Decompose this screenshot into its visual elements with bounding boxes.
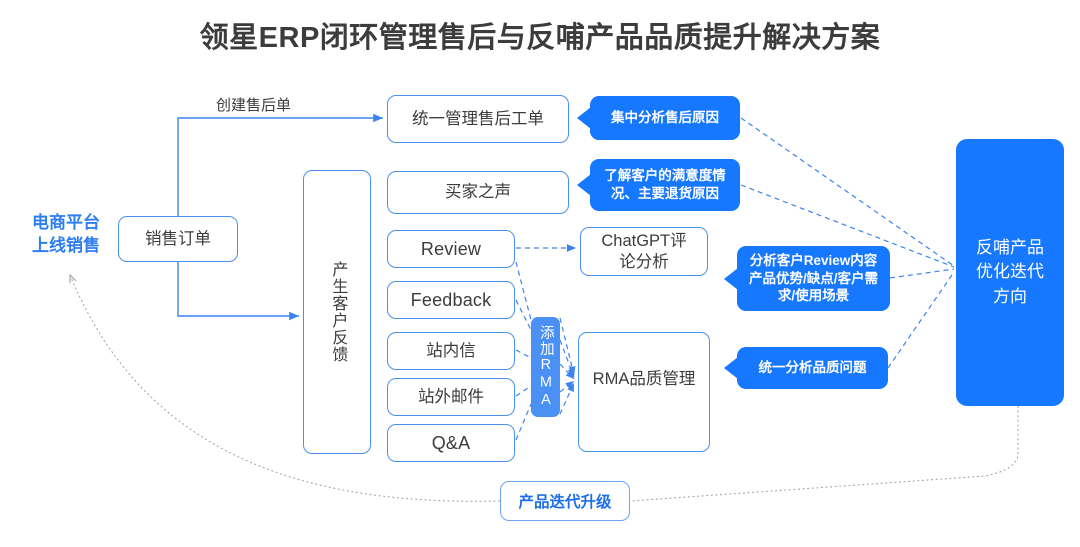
callout-review-line3: 求/使用场景 [777, 288, 850, 304]
callout-satisfaction-line2: 况、主要退货原因 [611, 186, 719, 201]
connector-layer [0, 113, 1019, 502]
callout-satisfaction-return-reason: 了解客户的满意度情 况、主要退货原因 [590, 159, 740, 211]
panel-product-optimization-direction[interactable]: 反哺产品 优化迭代 方向 [956, 139, 1064, 406]
node-channel-external-mail[interactable]: 站外邮件 [387, 378, 515, 416]
edges-callouts-to-panel [740, 117, 955, 369]
callout-review-content-analysis: 分析客户Review内容 产品优势/缺点/客户需 求/使用场景 [737, 246, 890, 311]
node-unified-after-sales-ticket[interactable]: 统一管理售后工单 [387, 95, 569, 143]
edge-order-to-feedback [177, 262, 299, 321]
callout-satisfaction-line1: 了解客户的满意度情 [604, 168, 726, 184]
ecommerce-platform-line2: 上线销售 [32, 235, 100, 255]
node-sales-order[interactable]: 销售订单 [118, 216, 238, 262]
ecommerce-platform-label: 电商平台 上线销售 [16, 212, 116, 258]
panel-line2: 优化迭代 [976, 262, 1044, 282]
node-generate-customer-feedback[interactable]: 产生客户反馈 [303, 170, 371, 454]
node-generate-customer-feedback-label: 产生客户反馈 [329, 261, 347, 363]
callout-quality-line1: 统一分析品质问题 [758, 360, 867, 376]
diagram-canvas: 领星ERP闭环管理售后与反哺产品品质提升解决方案 电商平台 上线销售 销售订单 … [0, 0, 1080, 547]
node-add-rma[interactable]: 添加RMA [531, 317, 560, 417]
node-channel-qa[interactable]: Q&A [387, 424, 515, 462]
edges-channels-to-rma [515, 261, 532, 441]
callout-after-sales-reason-line1: 集中分析售后原因 [611, 110, 719, 126]
edge-label-create-after-sales-ticket: 创建售后单 [216, 97, 292, 114]
node-rma-quality-management[interactable]: RMA品质管理 [578, 332, 710, 452]
node-chatgpt-review-analysis[interactable]: ChatGPT评 论分析 [580, 227, 708, 276]
ecommerce-platform-line1: 电商平台 [32, 213, 100, 232]
callout-unified-quality-issue: 统一分析品质问题 [737, 347, 888, 389]
panel-line3: 方向 [993, 286, 1027, 306]
callout-after-sales-reason: 集中分析售后原因 [590, 96, 740, 140]
callout-review-line2: 产品优势/缺点/客户需 [748, 270, 878, 286]
edges-rma-to-quality [559, 317, 576, 415]
chatgpt-analysis-line1: ChatGPT评 [601, 231, 687, 250]
node-channel-review[interactable]: Review [387, 230, 515, 268]
callout-review-line1: 分析客户Review内容 [749, 253, 878, 269]
node-add-rma-label: 添加RMA [537, 324, 554, 410]
chatgpt-analysis-line2: 论分析 [619, 252, 669, 271]
node-channel-site-message[interactable]: 站内信 [387, 332, 515, 370]
node-channel-voice-of-buyer[interactable]: 买家之声 [387, 171, 569, 214]
node-channel-feedback[interactable]: Feedback [387, 281, 515, 319]
node-product-iteration-upgrade[interactable]: 产品迭代升级 [500, 481, 630, 521]
panel-line1: 反哺产品 [976, 237, 1044, 257]
